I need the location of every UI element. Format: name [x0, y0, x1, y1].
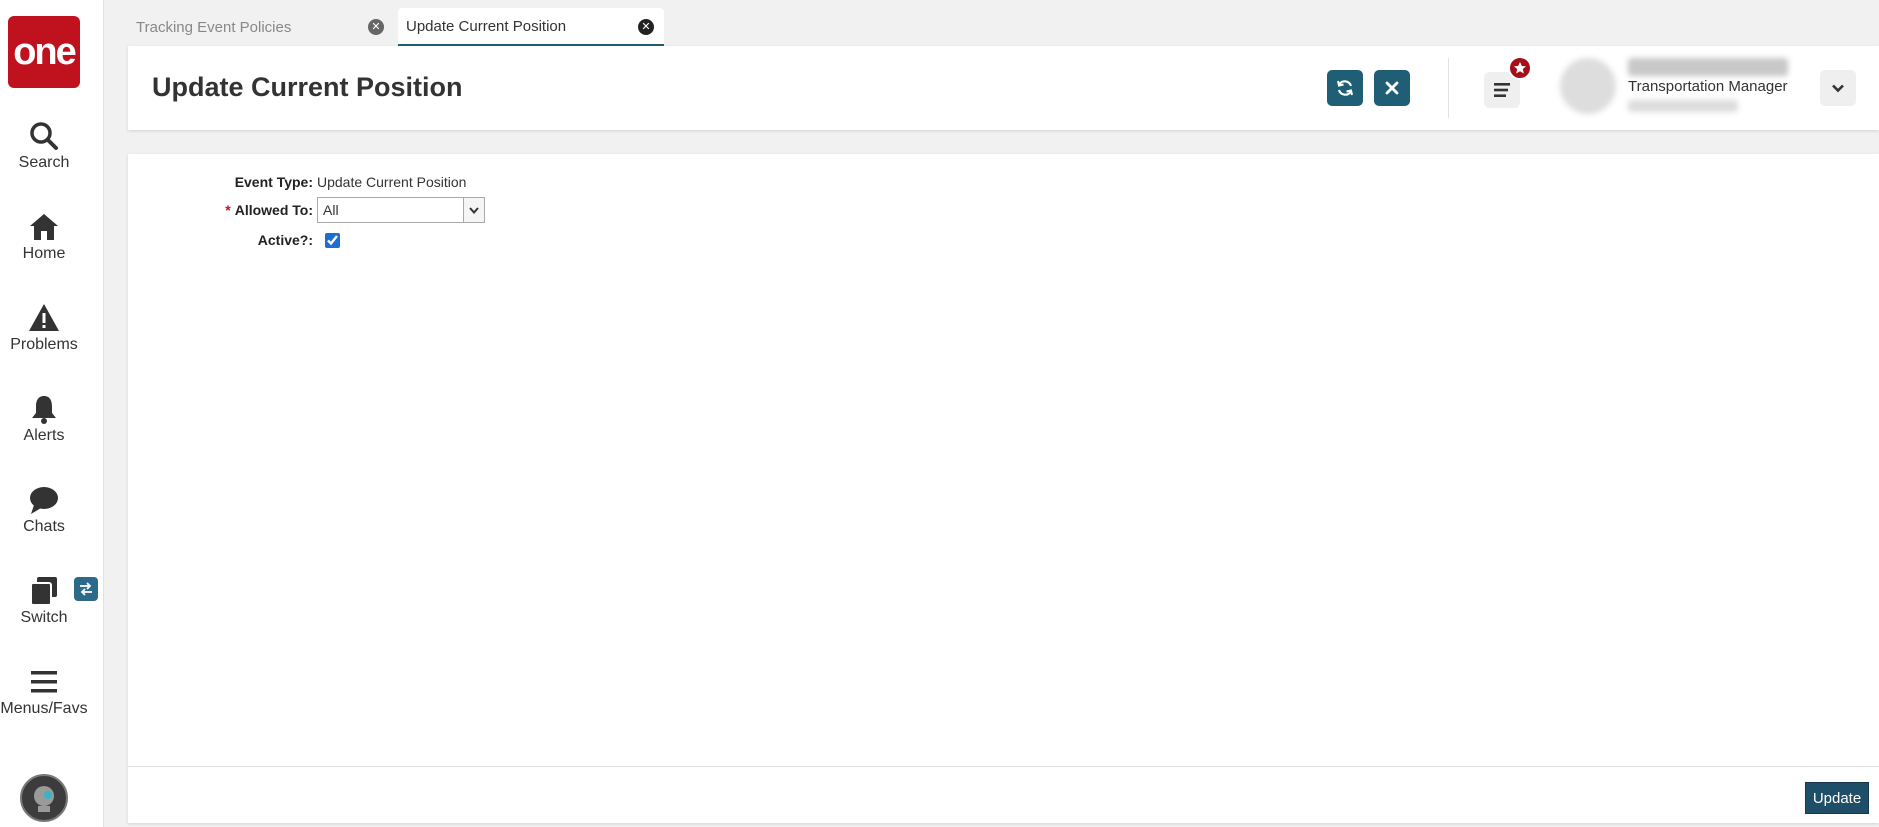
nav-chats[interactable]: Chats — [0, 484, 88, 536]
user-avatar[interactable] — [1560, 58, 1616, 114]
header-divider — [1448, 58, 1449, 118]
tab-close-icon[interactable]: ✕ — [638, 19, 654, 35]
tab-bar: Tracking Event Policies ✕ Update Current… — [128, 8, 668, 46]
allowed-to-label: Allowed To: — [234, 202, 313, 218]
user-name-redacted — [1628, 58, 1788, 76]
tab-label: Update Current Position — [406, 17, 567, 35]
warning-icon — [29, 304, 59, 331]
star-icon — [1514, 62, 1526, 74]
home-icon — [30, 214, 58, 240]
switch-badge[interactable] — [74, 577, 98, 601]
required-marker: * — [225, 202, 231, 218]
nav-switch-label: Switch — [20, 609, 68, 626]
user-role: Transportation Manager — [1628, 78, 1788, 95]
list-menu-icon — [1494, 83, 1510, 97]
nav-alerts[interactable]: Alerts — [0, 393, 88, 445]
nav-home-label: Home — [22, 245, 66, 262]
active-label: Active?: — [257, 232, 313, 248]
nav-home[interactable]: Home — [0, 211, 88, 263]
tab-label: Tracking Event Policies — [136, 18, 292, 36]
event-type-row: Event Type: Update Current Position — [128, 170, 467, 194]
favorite-badge[interactable] — [1508, 56, 1532, 80]
nav-search[interactable]: Search — [0, 120, 88, 172]
robot-head-icon — [34, 786, 54, 812]
swap-arrows-icon — [80, 582, 92, 596]
allowed-to-select[interactable]: All — [317, 197, 485, 223]
search-icon — [30, 122, 58, 150]
app-logo[interactable]: one — [8, 16, 80, 88]
app-logo-text: one — [13, 30, 77, 73]
select-arrow[interactable] — [463, 198, 484, 222]
nav-problems-label: Problems — [10, 336, 78, 353]
active-checkbox[interactable] — [325, 232, 340, 248]
allowed-to-label-wrap: * Allowed To: — [128, 202, 317, 218]
tab-tracking-event-policies[interactable]: Tracking Event Policies ✕ — [128, 8, 394, 46]
footer-divider — [128, 766, 1879, 767]
nav-chats-label: Chats — [23, 518, 65, 535]
left-sidebar: one Search Home Problems Alerts Chats Sw… — [0, 0, 104, 827]
nav-problems[interactable]: Problems — [0, 302, 88, 354]
allowed-to-row: * Allowed To: All — [128, 197, 485, 223]
allowed-to-value: All — [323, 202, 339, 218]
hamburger-icon — [31, 671, 57, 693]
update-button[interactable]: Update — [1805, 782, 1869, 814]
close-icon — [1385, 81, 1399, 95]
page-title: Update Current Position — [152, 72, 463, 102]
chevron-down-icon — [1832, 84, 1844, 93]
nav-search-label: Search — [18, 154, 70, 171]
tab-update-current-position[interactable]: Update Current Position ✕ — [398, 8, 664, 46]
page-header: Update Current Position Transportation M… — [128, 46, 1879, 130]
nav-alerts-label: Alerts — [23, 427, 65, 444]
user-org-redacted — [1628, 100, 1738, 112]
close-page-button[interactable] — [1374, 70, 1410, 106]
windows-icon — [30, 577, 57, 606]
refresh-icon — [1337, 80, 1353, 96]
refresh-button[interactable] — [1327, 70, 1363, 106]
user-menu-button[interactable] — [1820, 70, 1856, 106]
event-type-value: Update Current Position — [317, 174, 467, 190]
tab-close-icon[interactable]: ✕ — [368, 19, 384, 35]
assistant-avatar[interactable] — [20, 774, 68, 822]
bell-icon — [32, 396, 56, 424]
active-row: Active?: — [128, 228, 340, 252]
event-type-label: Event Type: — [234, 174, 313, 190]
chat-icon — [30, 487, 58, 514]
main-panel: Event Type: Update Current Position * All… — [128, 154, 1879, 823]
nav-menus-favs-label: Menus/Favs — [0, 700, 88, 717]
chevron-down-icon — [469, 207, 479, 215]
nav-menus-favs[interactable]: Menus/Favs — [0, 666, 88, 718]
